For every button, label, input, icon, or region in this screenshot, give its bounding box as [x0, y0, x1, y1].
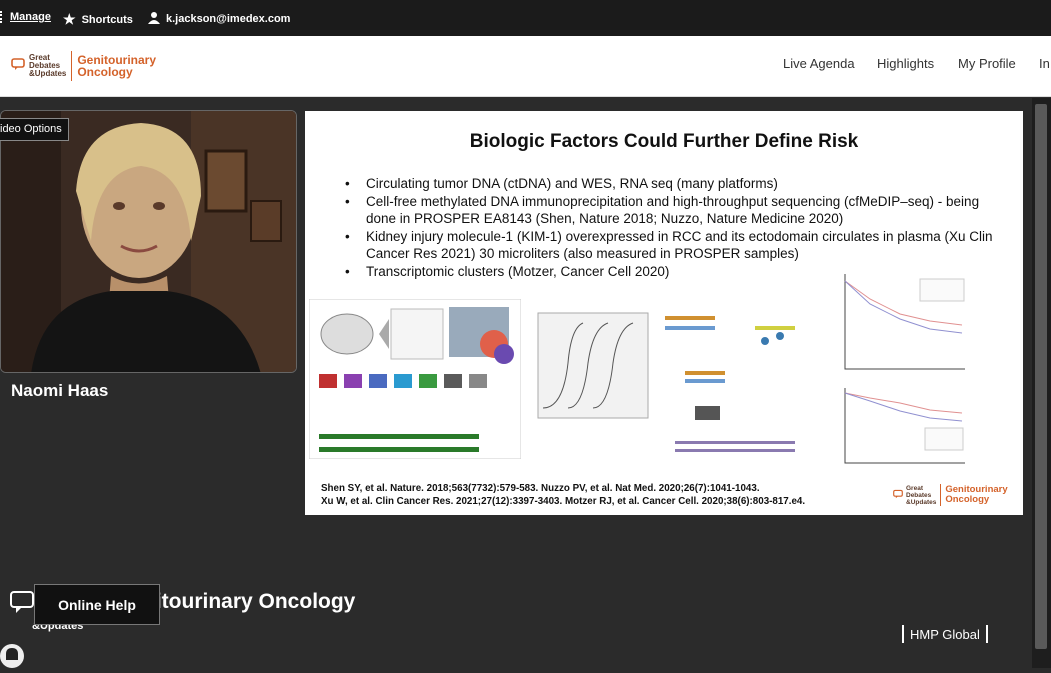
chat-logo-icon: [11, 57, 25, 76]
user-account-button[interactable]: k.jackson@imedex.com: [148, 11, 290, 27]
hmp-divider-left: [902, 625, 904, 643]
nav-my-profile[interactable]: My Profile: [958, 56, 1016, 71]
slide-bullet: Circulating tumor DNA (ctDNA) and WES, R…: [345, 175, 1005, 193]
nav-more[interactable]: In: [1039, 56, 1050, 71]
presentation-slide: Biologic Factors Could Further Define Ri…: [305, 111, 1023, 515]
hmp-divider-right: [985, 625, 988, 643]
slide-bullets: Circulating tumor DNA (ctDNA) and WES, R…: [345, 175, 1005, 280]
figure-survival-curve-1: [840, 269, 970, 384]
shortcuts-label: Shortcuts: [81, 13, 133, 26]
slide-title: Biologic Factors Could Further Define Ri…: [469, 131, 859, 152]
slide-logo-divider: [940, 484, 942, 506]
video-options-button[interactable]: ideo Options: [0, 118, 69, 141]
manage-label: Manage: [10, 11, 51, 23]
slide-bullet: Cell-free methylated DNA immunoprecipita…: [345, 193, 1005, 228]
speaker-name: Naomi Haas: [11, 381, 109, 400]
figure-methylation-curves: [523, 293, 653, 443]
hmp-global-label: HMP Global: [910, 626, 980, 642]
logo-divider: [71, 51, 73, 81]
bell-icon[interactable]: [0, 640, 24, 668]
chat-icon: [10, 590, 34, 619]
reference-line-2: Xu W, et al. Clin Cancer Res. 2021;27(12…: [321, 496, 806, 507]
figure-survival-curve-2: [840, 383, 970, 478]
figure-pipeline: [655, 291, 825, 471]
manage-button[interactable]: Manage: [0, 11, 51, 23]
user-email: k.jackson@imedex.com: [166, 13, 291, 25]
speaker-video[interactable]: [0, 110, 297, 373]
online-help-button[interactable]: Online Help: [34, 584, 160, 625]
user-icon: [148, 11, 160, 27]
top-bar: Manage ★ Shortcuts k.jackson@imedex.com: [0, 0, 1051, 36]
chat-logo-icon: [893, 486, 903, 504]
site-logo[interactable]: Great Debates &Updates Genitourinary Onc…: [11, 51, 156, 81]
slide-logo-brand-text: Genitourinary Oncology: [945, 484, 1008, 505]
scrollbar-thumb[interactable]: [1035, 104, 1047, 649]
slide-references: Shen SY, et al. Nature. 2018;563(7732):5…: [321, 482, 805, 508]
site-header: Great Debates &Updates Genitourinary Onc…: [0, 36, 1051, 97]
figure-cluster-row: [319, 374, 487, 388]
shortcuts-button[interactable]: ★ Shortcuts: [63, 11, 133, 28]
manage-icon: [0, 11, 4, 23]
slide-brand-logo: Great Debates &Updates Genitourinary Onc…: [893, 484, 1008, 506]
slide-logo-small-text: Great Debates &Updates: [906, 484, 937, 506]
nav-live-agenda[interactable]: Live Agenda: [783, 56, 855, 71]
star-icon: ★: [63, 11, 76, 27]
logo-brand-text: Genitourinary Oncology: [77, 53, 157, 79]
slide-bullet: Kidney injury molecule-1 (KIM-1) overexp…: [345, 228, 1005, 263]
reference-line-1: Shen SY, et al. Nature. 2018;563(7732):5…: [321, 483, 760, 494]
logo-small-text: Great Debates &Updates: [29, 53, 67, 78]
figure-workflow: [309, 299, 521, 459]
hmp-global-logo: HMP Global: [902, 625, 988, 643]
nav-highlights[interactable]: Highlights: [877, 56, 934, 71]
speaker-video-frame: [1, 111, 296, 372]
